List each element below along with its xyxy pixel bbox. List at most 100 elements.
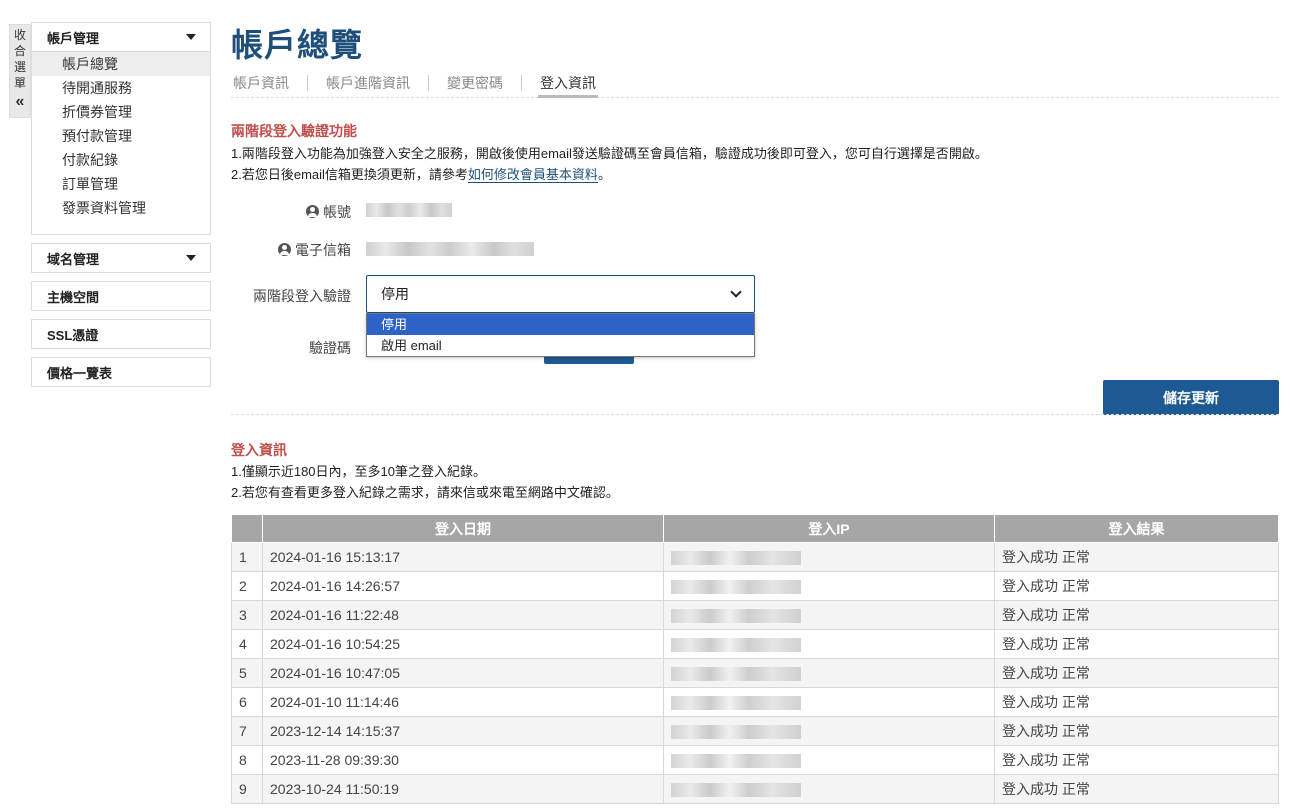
ip-redacted xyxy=(671,696,801,711)
login-info-title: 登入資訊 xyxy=(231,442,287,458)
ip-redacted xyxy=(671,725,801,740)
table-row: 9 2023-10-24 11:50:19 登入成功 正常 xyxy=(231,774,1279,804)
login-info-note-2: 2.若您有查看更多登入紀錄之需求，請來信或來電至網路中文確認。 xyxy=(231,485,619,500)
row-date: 2024-01-16 10:47:05 xyxy=(262,658,664,688)
row-date: 2024-01-16 10:54:25 xyxy=(262,629,664,659)
chevron-down-icon xyxy=(730,285,742,298)
account-value-redacted xyxy=(366,203,452,217)
user-circle-icon xyxy=(306,205,319,218)
sidebar: 帳戶管理 帳戶總覽 待開通服務 折價券管理 預付款管理 付款紀錄 訂單管理 發票… xyxy=(31,22,211,395)
tab-change-password[interactable]: 變更密碼 xyxy=(445,72,505,98)
email-label-text: 電子信箱 xyxy=(295,242,351,258)
table-row: 7 2023-12-14 14:15:37 登入成功 正常 xyxy=(231,716,1279,746)
sidebar-group-price: 價格一覽表 xyxy=(31,357,211,387)
twofa-note-2: 2.若您日後email信箱更換須更新，請參考如何修改會員基本資料。 xyxy=(231,164,611,183)
sidebar-item-payments[interactable]: 付款紀錄 xyxy=(32,148,210,172)
ip-redacted xyxy=(671,551,801,566)
user-circle-icon xyxy=(278,243,291,256)
table-row: 4 2024-01-16 10:54:25 登入成功 正常 xyxy=(231,629,1279,659)
sidebar-item-coupons[interactable]: 折價券管理 xyxy=(32,100,210,124)
row-ip xyxy=(663,600,995,630)
tab-bar: 帳戶資訊 帳戶進階資訊 變更密碼 登入資訊 xyxy=(231,72,1279,98)
login-info-note-1: 1.僅顯示近180日內，至多10筆之登入紀錄。 xyxy=(231,464,486,479)
sidebar-head-price[interactable]: 價格一覽表 xyxy=(32,358,210,386)
row-index: 5 xyxy=(231,658,263,688)
row-result: 登入成功 正常 xyxy=(994,687,1279,717)
sidebar-head-label: 域名管理 xyxy=(47,251,100,267)
tab-separator xyxy=(521,75,522,91)
login-history-table: 登入日期 登入IP 登入結果 1 2024-01-16 15:13:17 登入成功 … xyxy=(231,514,1279,804)
tab-account-info[interactable]: 帳戶資訊 xyxy=(231,72,291,98)
sidebar-item-prepaid[interactable]: 預付款管理 xyxy=(32,124,210,148)
row-date: 2023-11-28 09:39:30 xyxy=(262,745,664,775)
collapse-char: 合 xyxy=(13,44,26,58)
sidebar-head-label: 帳戶管理 xyxy=(47,30,100,46)
twofa-select-label: 兩階段登入驗證 xyxy=(253,288,351,304)
sidebar-head-hosting[interactable]: 主機空間 xyxy=(32,282,210,310)
tab-separator xyxy=(307,75,308,91)
email-value-redacted xyxy=(366,242,534,256)
sidebar-head-account[interactable]: 帳戶管理 xyxy=(32,23,210,51)
save-button[interactable]: 儲存更新 xyxy=(1103,380,1279,415)
sidebar-item-orders[interactable]: 訂單管理 xyxy=(32,172,210,196)
row-date: 2024-01-16 15:13:17 xyxy=(262,542,664,572)
twofa-note-1: 1.兩階段登入功能為加強登入安全之服務，開啟後使用email發送驗證碼至會員信箱… xyxy=(231,146,988,161)
section-divider xyxy=(231,414,1279,415)
row-ip xyxy=(663,687,995,717)
tab-login-info[interactable]: 登入資訊 xyxy=(538,72,598,98)
double-chevron-left-icon: « xyxy=(15,93,25,110)
twofa-select[interactable]: 停用 xyxy=(366,275,755,313)
row-index: 6 xyxy=(231,687,263,717)
email-label: 電子信箱 xyxy=(278,240,351,260)
row-index: 8 xyxy=(231,745,263,775)
sidebar-item-overview[interactable]: 帳戶總覽 xyxy=(32,52,210,76)
row-date: 2024-01-16 11:22:48 xyxy=(262,600,664,630)
sidebar-group-account: 帳戶管理 帳戶總覽 待開通服務 折價券管理 預付款管理 付款紀錄 訂單管理 發票… xyxy=(31,22,211,235)
sidebar-head-domain[interactable]: 域名管理 xyxy=(32,244,210,272)
row-ip xyxy=(663,571,995,601)
table-row: 6 2024-01-10 11:14:46 登入成功 正常 xyxy=(231,687,1279,717)
sidebar-item-pending[interactable]: 待開通服務 xyxy=(32,76,210,100)
collapse-char: 單 xyxy=(13,76,26,90)
row-ip xyxy=(663,716,995,746)
ip-redacted xyxy=(671,667,801,682)
row-ip xyxy=(663,745,995,775)
col-header-ip: 登入IP xyxy=(663,514,995,543)
row-index: 1 xyxy=(231,542,263,572)
sidebar-head-ssl[interactable]: SSL憑證 xyxy=(32,320,210,348)
row-ip xyxy=(663,542,995,572)
row-result: 登入成功 正常 xyxy=(994,745,1279,775)
collapse-char: 選 xyxy=(13,60,26,74)
twofa-select-value: 停用 xyxy=(381,286,409,302)
twofa-note-2-prefix: 2.若您日後email信箱更換須更新，請參考 xyxy=(231,167,468,182)
table-row: 5 2024-01-16 10:47:05 登入成功 正常 xyxy=(231,658,1279,688)
ip-redacted xyxy=(671,783,801,798)
tab-advanced-info[interactable]: 帳戶進階資訊 xyxy=(324,72,412,98)
row-date: 2023-10-24 11:50:19 xyxy=(262,774,664,804)
twofa-option-disabled[interactable]: 停用 xyxy=(367,314,754,335)
row-result: 登入成功 正常 xyxy=(994,716,1279,746)
verify-code-label: 驗證碼 xyxy=(309,340,351,356)
edit-profile-link[interactable]: 如何修改會員基本資料 xyxy=(467,167,598,183)
col-header-result: 登入結果 xyxy=(994,514,1279,543)
table-header-row: 登入日期 登入IP 登入結果 xyxy=(231,514,1279,543)
row-result: 登入成功 正常 xyxy=(994,658,1279,688)
row-result: 登入成功 正常 xyxy=(994,629,1279,659)
row-ip xyxy=(663,774,995,804)
table-row: 8 2023-11-28 09:39:30 登入成功 正常 xyxy=(231,745,1279,775)
table-row: 2 2024-01-16 14:26:57 登入成功 正常 xyxy=(231,571,1279,601)
account-label-text: 帳號 xyxy=(323,204,351,220)
twofa-dropdown-list: 停用 啟用 email xyxy=(366,313,755,357)
sidebar-item-invoices[interactable]: 發票資料管理 xyxy=(32,196,210,220)
twofa-option-email[interactable]: 啟用 email xyxy=(367,335,754,356)
col-header-date: 登入日期 xyxy=(262,514,664,543)
caret-down-icon xyxy=(186,255,196,261)
ip-redacted xyxy=(671,609,801,624)
collapse-menu-button[interactable]: 收 合 選 單 « xyxy=(9,24,31,118)
row-ip xyxy=(663,658,995,688)
table-row: 3 2024-01-16 11:22:48 登入成功 正常 xyxy=(231,600,1279,630)
row-index: 4 xyxy=(231,629,263,659)
row-index: 7 xyxy=(231,716,263,746)
account-label: 帳號 xyxy=(306,202,351,222)
row-result: 登入成功 正常 xyxy=(994,542,1279,572)
